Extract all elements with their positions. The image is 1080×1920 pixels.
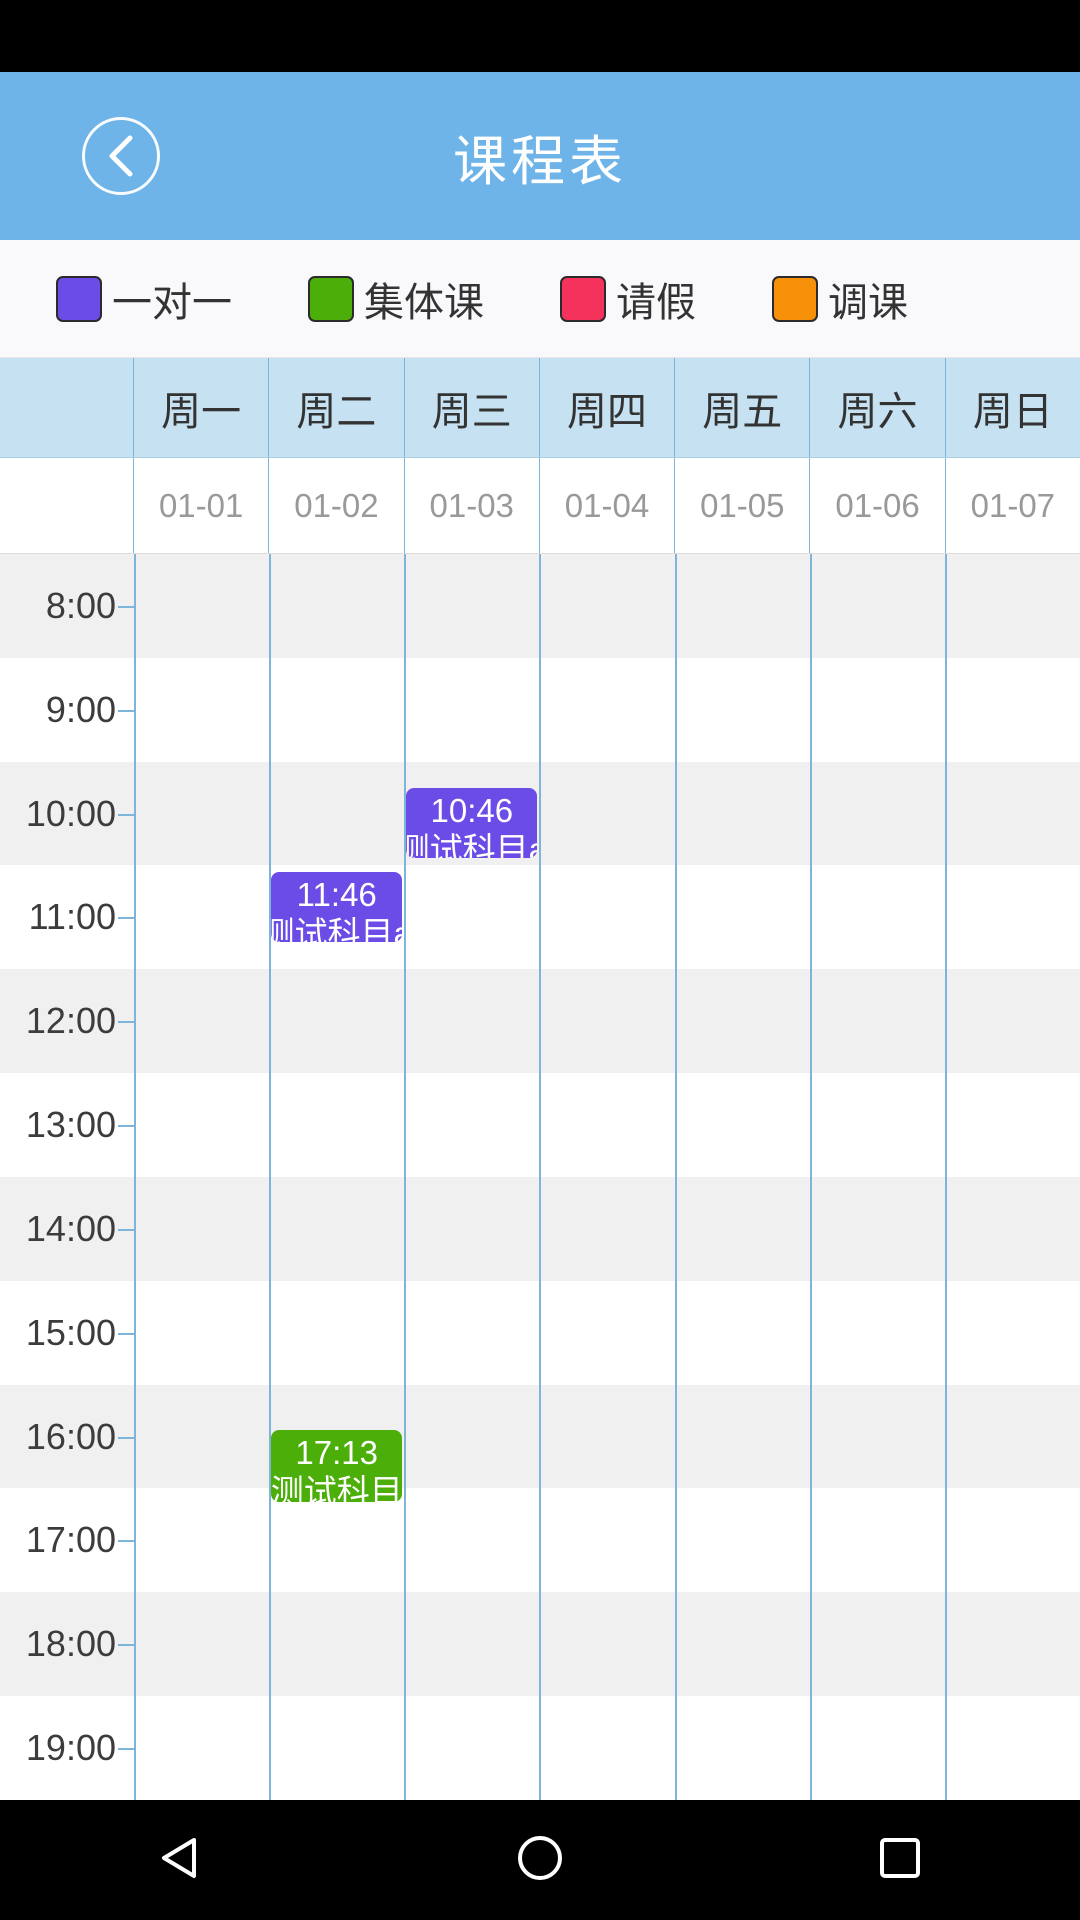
system-nav-bar (0, 1800, 1080, 1920)
legend-label-leave: 请假 (616, 280, 696, 325)
legend-item-leave[interactable]: 请假 (560, 270, 696, 328)
event-name: 测试科目 (271, 1472, 403, 1502)
color-swatch-group-class (308, 275, 354, 322)
color-swatch-leave (560, 275, 606, 322)
legend-item-group-class[interactable]: 集体课 (308, 270, 484, 328)
legend-label-group-class: 集体课 (364, 280, 484, 325)
triangle-left-icon (160, 1836, 200, 1885)
weekday-header-tue[interactable]: 周二 (269, 358, 405, 457)
weekday-header-sun[interactable]: 周日 (946, 358, 1080, 457)
status-bar (0, 0, 1080, 72)
corner-cell-week (0, 358, 134, 457)
event-time: 10:46 (430, 792, 514, 829)
date-cell-sun[interactable]: 01-07 (946, 458, 1080, 553)
weekday-header-row: 周一 周二 周三 周四 周五 周六 周日 (0, 358, 1080, 458)
weekday-header-sat[interactable]: 周六 (810, 358, 946, 457)
legend-bar: 一对一 集体课 请假 调课 (0, 240, 1080, 358)
date-cell-mon[interactable]: 01-01 (134, 458, 270, 553)
square-icon (878, 1836, 922, 1885)
legend-label-reschedule: 调课 (828, 280, 908, 325)
weekday-header-thu[interactable]: 周四 (540, 358, 676, 457)
date-cell-fri[interactable]: 01-05 (675, 458, 811, 553)
schedule-event[interactable]: 11:46测试科目a (271, 872, 403, 942)
event-name: 测试科目a (406, 830, 537, 858)
legend-item-one-on-one[interactable]: 一对一 (56, 270, 232, 328)
schedule-event[interactable]: 10:46测试科目a (406, 788, 538, 858)
color-swatch-reschedule (772, 275, 818, 322)
back-button[interactable] (82, 117, 160, 195)
circle-icon (516, 1834, 564, 1887)
date-cell-thu[interactable]: 01-04 (540, 458, 676, 553)
date-cell-wed[interactable]: 01-03 (405, 458, 540, 553)
date-cell-tue[interactable]: 01-02 (269, 458, 405, 553)
legend-item-reschedule[interactable]: 调课 (772, 270, 908, 328)
app-header: 课程表 (0, 72, 1080, 240)
legend-label-one-on-one: 一对一 (112, 280, 232, 325)
weekday-header-mon[interactable]: 周一 (134, 358, 270, 457)
schedule-event[interactable]: 17:13测试科目a班 (271, 1430, 403, 1502)
weekday-header-wed[interactable]: 周三 (405, 358, 540, 457)
chevron-left-circle-icon (104, 133, 138, 179)
event-time: 11:46 (296, 876, 377, 913)
color-swatch-one-on-one (56, 275, 102, 322)
weekday-header-fri[interactable]: 周五 (675, 358, 811, 457)
date-cell-sat[interactable]: 01-06 (810, 458, 946, 553)
nav-recents-button[interactable] (840, 1800, 960, 1920)
events-layer: 10:46测试科目a11:46测试科目a17:13测试科目a班 (0, 554, 1080, 1800)
screen-root: 课程表 一对一 集体课 请假 调课 周一 周二 周三 周四 周五 周六 周日 0… (0, 0, 1080, 1920)
event-name: 测试科目a (271, 914, 402, 942)
corner-cell-date (0, 458, 134, 553)
event-time: 17:13 (295, 1434, 378, 1471)
page-title: 课程表 (453, 131, 627, 192)
nav-home-button[interactable] (480, 1800, 600, 1920)
date-header-row: 01-01 01-02 01-03 01-04 01-05 01-06 01-0… (0, 458, 1080, 554)
schedule-grid[interactable]: 8:00 9:00 10:00 11:00 12:00 13:00 14:00 15:00 16… (0, 554, 1080, 1800)
schedule-table: 周一 周二 周三 周四 周五 周六 周日 01-01 01-02 01-03 0… (0, 358, 1080, 1800)
nav-back-button[interactable] (120, 1800, 240, 1920)
